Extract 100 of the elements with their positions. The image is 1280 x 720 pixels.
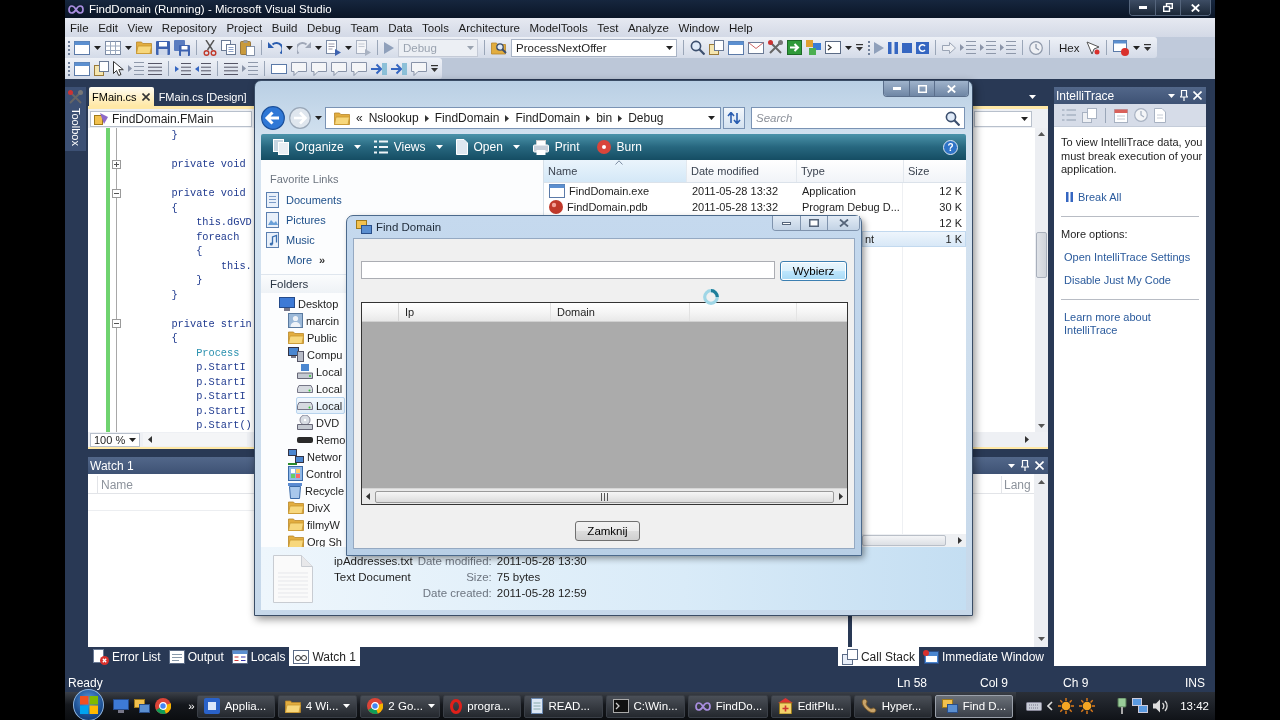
floppies-icon[interactable] — [174, 39, 190, 56]
monitor-icon[interactable] — [113, 699, 130, 713]
menu-item[interactable]: Test — [592, 21, 624, 34]
panel-tab[interactable]: Output — [164, 647, 228, 666]
horizontal-scrollbar[interactable] — [862, 534, 966, 547]
caret-icon[interactable] — [1133, 45, 1141, 50]
breadcrumb-item[interactable]: Debug — [628, 111, 664, 125]
restore-button[interactable] — [1155, 0, 1180, 15]
speech-balloon-icon[interactable] — [331, 61, 347, 76]
cursor-icon[interactable] — [113, 61, 124, 76]
document-arrow-icon[interactable] — [326, 39, 341, 56]
address-bar[interactable]: « Nslookup FindDomain FindDomain bin Debug — [325, 107, 721, 129]
command-button[interactable]: Organize — [268, 139, 366, 155]
taskbar-button[interactable]: READ... — [524, 694, 603, 718]
console-icon[interactable] — [825, 41, 841, 54]
minimize-button[interactable] — [1130, 0, 1155, 15]
back-icon[interactable] — [261, 106, 285, 130]
vertical-scrollbar[interactable] — [1034, 474, 1048, 647]
plug-icon[interactable] — [1117, 698, 1128, 714]
arrow-bar-icon[interactable] — [371, 62, 387, 75]
choose-button[interactable]: Wybierz — [780, 261, 847, 281]
column-header[interactable]: Domain — [551, 303, 690, 321]
tree-item[interactable]: Compu — [287, 346, 346, 363]
tree-item[interactable]: Recycle — [287, 482, 348, 499]
clipboard-icon[interactable] — [240, 39, 255, 56]
command-button[interactable]: Print — [527, 139, 589, 155]
taskbar-button[interactable]: FindDo... — [687, 694, 768, 718]
caret-icon[interactable] — [1168, 93, 1175, 98]
arrow-bar-icon[interactable] — [391, 62, 407, 75]
pages-icon[interactable] — [221, 40, 236, 55]
close-icon[interactable] — [141, 92, 150, 101]
chevron-icon[interactable] — [618, 114, 623, 122]
minimize-icon[interactable] — [782, 221, 791, 225]
lines-icon[interactable] — [148, 62, 162, 75]
lines-arrow-icon[interactable] — [960, 41, 976, 54]
rectangle-icon[interactable] — [271, 63, 287, 74]
clock[interactable]: 13:42 — [1180, 700, 1209, 712]
panel-tab[interactable]: Watch 1 — [289, 647, 360, 666]
stop-icon[interactable] — [902, 42, 912, 53]
window-icon[interactable] — [728, 40, 744, 55]
maximize-button[interactable] — [909, 81, 934, 96]
menu-item[interactable]: File — [65, 21, 94, 34]
speech-balloon-icon[interactable] — [311, 61, 327, 76]
breadcrumb-item[interactable]: Nslookup — [368, 111, 419, 125]
file-row[interactable]: FindDomain.exe 2011-05-28 13:32 Application 12 K — [544, 183, 966, 199]
menu-item[interactable]: Help — [724, 21, 758, 34]
document-tab[interactable]: FMain.cs [Design] — [154, 87, 251, 106]
windows-icon[interactable] — [134, 699, 151, 713]
outdent-icon[interactable] — [195, 62, 211, 75]
envelope-icon[interactable] — [748, 41, 764, 54]
tree-item[interactable]: filmyW — [287, 516, 343, 533]
cards-icon[interactable] — [94, 61, 109, 76]
maximize-button[interactable] — [800, 216, 827, 230]
taskbar-button[interactable]: Applia... — [196, 694, 275, 718]
network-icon[interactable] — [1132, 698, 1149, 714]
speech-balloon-icon[interactable] — [291, 61, 307, 76]
menu-item[interactable]: ModelTools — [524, 21, 593, 34]
up-arrow-icon[interactable] — [1037, 480, 1045, 484]
sun-icon[interactable] — [1079, 698, 1096, 714]
tree-item[interactable]: Remo — [296, 431, 349, 448]
tools-icon[interactable] — [768, 40, 783, 55]
menu-item[interactable]: Project — [221, 21, 267, 34]
hex-button[interactable]: Hex — [1056, 41, 1083, 54]
favorite-link[interactable]: Music — [261, 230, 315, 250]
chevron-icon[interactable] — [424, 114, 429, 122]
break-all-link[interactable]: Break All — [1066, 190, 1122, 203]
caret-icon[interactable] — [708, 116, 715, 120]
menu-item[interactable]: Team — [345, 21, 384, 34]
taskbar-button[interactable]: 4 Wi... — [277, 694, 358, 718]
tree-item[interactable]: DivX — [287, 499, 334, 516]
up-arrow-icon[interactable] — [1038, 132, 1045, 136]
caret-icon[interactable] — [286, 45, 293, 50]
member-dropdown[interactable] — [974, 110, 1032, 127]
close-button[interactable]: Zamknij — [575, 521, 640, 541]
menu-item[interactable]: Architecture — [453, 21, 525, 34]
pause-icon[interactable] — [888, 41, 898, 54]
tree-item[interactable]: Local — [296, 397, 346, 414]
panel-tab[interactable]: Call Stack — [837, 647, 919, 666]
calendar-icon[interactable] — [1114, 107, 1128, 123]
maximize-icon[interactable] — [809, 219, 819, 227]
menu-item[interactable]: View — [122, 21, 158, 34]
sun-icon[interactable] — [1058, 698, 1075, 714]
left-arrow-icon[interactable] — [366, 493, 370, 500]
blocks-icon[interactable] — [806, 40, 821, 55]
lines-icon[interactable] — [224, 62, 238, 75]
column-header[interactable]: Type — [797, 160, 904, 182]
file-row[interactable]: FindDomain.pdb 2011-05-28 13:32 Program Debug D... 30 K — [544, 199, 966, 215]
circle-logo-icon[interactable] — [155, 698, 172, 714]
menu-item[interactable]: Build — [267, 21, 303, 34]
arc-square-icon[interactable] — [916, 41, 929, 54]
collapse-box-icon[interactable] — [111, 319, 121, 329]
option-link[interactable]: Disable Just My Code — [1064, 273, 1171, 286]
learn-more-link[interactable]: Learn more about IntelliTrace — [1064, 310, 1176, 338]
lines-arrow-icon[interactable] — [242, 62, 258, 75]
keyboard-icon[interactable] — [1026, 701, 1043, 711]
menu-item[interactable]: Edit — [93, 21, 123, 34]
tree-item[interactable]: DVD — [296, 414, 343, 431]
taskbar-button[interactable]: Find D... — [934, 694, 1014, 718]
menu-item[interactable]: Debug — [302, 21, 346, 34]
cursor-arrow-icon[interactable] — [1086, 40, 1101, 55]
